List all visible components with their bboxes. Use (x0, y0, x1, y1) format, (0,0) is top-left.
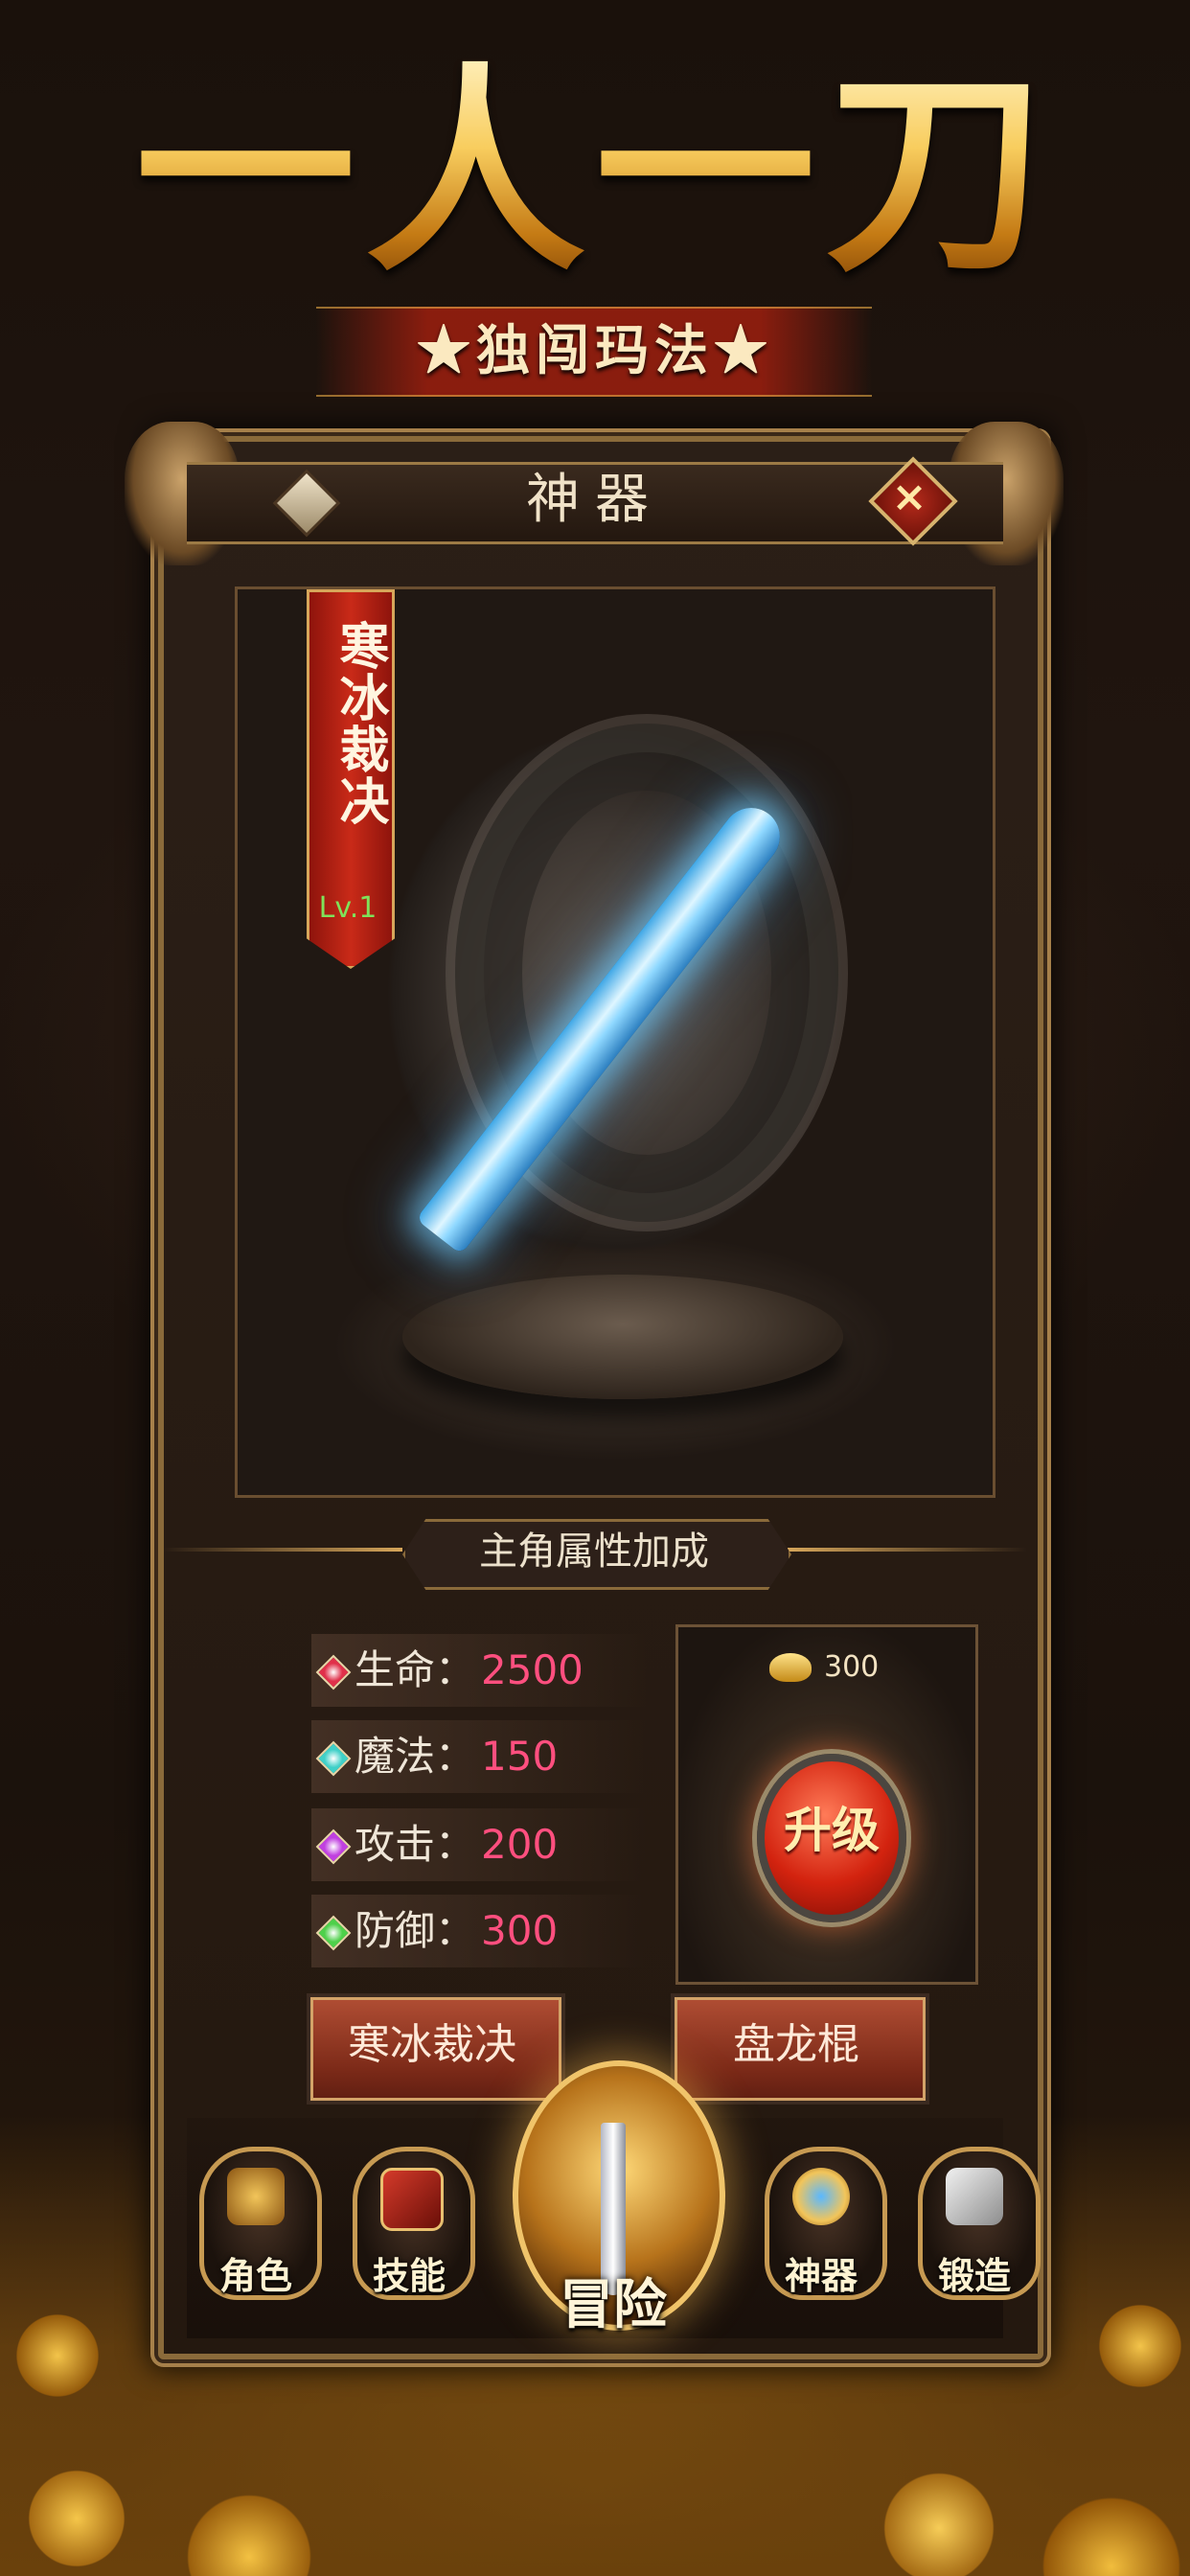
skill-book-icon (380, 2168, 444, 2231)
close-icon[interactable]: × (881, 470, 937, 525)
stat-value: 300 (481, 1907, 559, 1954)
helmet-icon (227, 2168, 285, 2225)
nav-artifact-label[interactable]: 神器 (759, 2254, 883, 2298)
artifact-tab-ice-blade-label[interactable]: 寒冰裁决 (307, 1993, 558, 2097)
gold-ingot-icon (769, 1653, 812, 1682)
anvil-icon (946, 2168, 1003, 2225)
panel-title: 神器 (526, 469, 664, 531)
stat-value: 200 (481, 1821, 559, 1868)
header-divider-left (163, 1548, 402, 1552)
attribute-header: 主角属性加成 (479, 1530, 709, 1574)
artifact-level: Lv.1 (318, 891, 378, 925)
header-divider-right (788, 1548, 1027, 1552)
upgrade-button-label[interactable]: 升级 (757, 1790, 906, 1871)
nav-skill-label[interactable]: 技能 (347, 2254, 471, 2298)
nav-adventure-label[interactable]: 冒险 (517, 2271, 709, 2338)
sword-emblem-icon (601, 2123, 626, 2295)
game-subtitle: ★独闯玛法★ (417, 319, 773, 382)
stone-pedestal (402, 1275, 843, 1399)
stat-value: 2500 (481, 1646, 584, 1693)
stat-label: 魔法： (355, 1733, 476, 1780)
nav-forge-label[interactable]: 锻造 (912, 2254, 1037, 2298)
stat-value: 150 (481, 1733, 559, 1780)
artifact-tab-dragon-staff-label[interactable]: 盘龙棍 (671, 1993, 922, 2097)
game-title: 一人一刀 (0, 48, 1190, 297)
artifact-icon (792, 2168, 850, 2225)
stat-label: 攻击： (355, 1821, 476, 1868)
upgrade-cost: 300 (824, 1650, 880, 1684)
nav-character-label[interactable]: 角色 (194, 2254, 318, 2298)
stat-label: 生命： (355, 1646, 476, 1693)
stat-label: 防御： (355, 1907, 476, 1954)
artifact-name: 寒冰裁决 (331, 620, 389, 827)
